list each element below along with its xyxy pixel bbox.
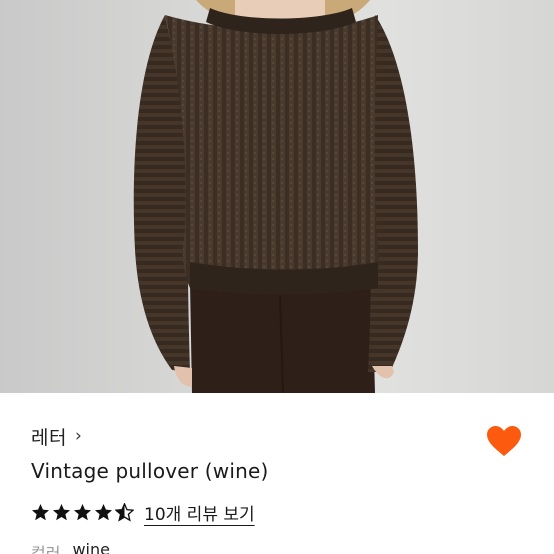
star-rating: [31, 502, 134, 522]
star-icon: [31, 503, 50, 520]
review-link[interactable]: 10개 리뷰 보기: [144, 500, 255, 525]
rating-row: 10개 리뷰 보기: [31, 499, 255, 525]
brand-name: 레터: [31, 426, 67, 449]
star-half-icon: [115, 502, 134, 522]
chevron-right-icon: ›: [74, 426, 82, 446]
product-photo[interactable]: [0, 0, 554, 393]
product-title: Vintage pullover (wine): [31, 459, 269, 483]
heart-icon[interactable]: [485, 424, 523, 458]
star-icon: [73, 503, 92, 520]
star-icon: [52, 503, 71, 520]
color-option-row: 컬러 wine: [31, 540, 110, 554]
color-label: 컬러: [31, 544, 61, 554]
color-value: wine: [72, 540, 110, 554]
star-icon: [94, 503, 113, 520]
brand-link[interactable]: 레터 ›: [31, 423, 82, 449]
sweater-photo-illustration: [133, 0, 418, 393]
